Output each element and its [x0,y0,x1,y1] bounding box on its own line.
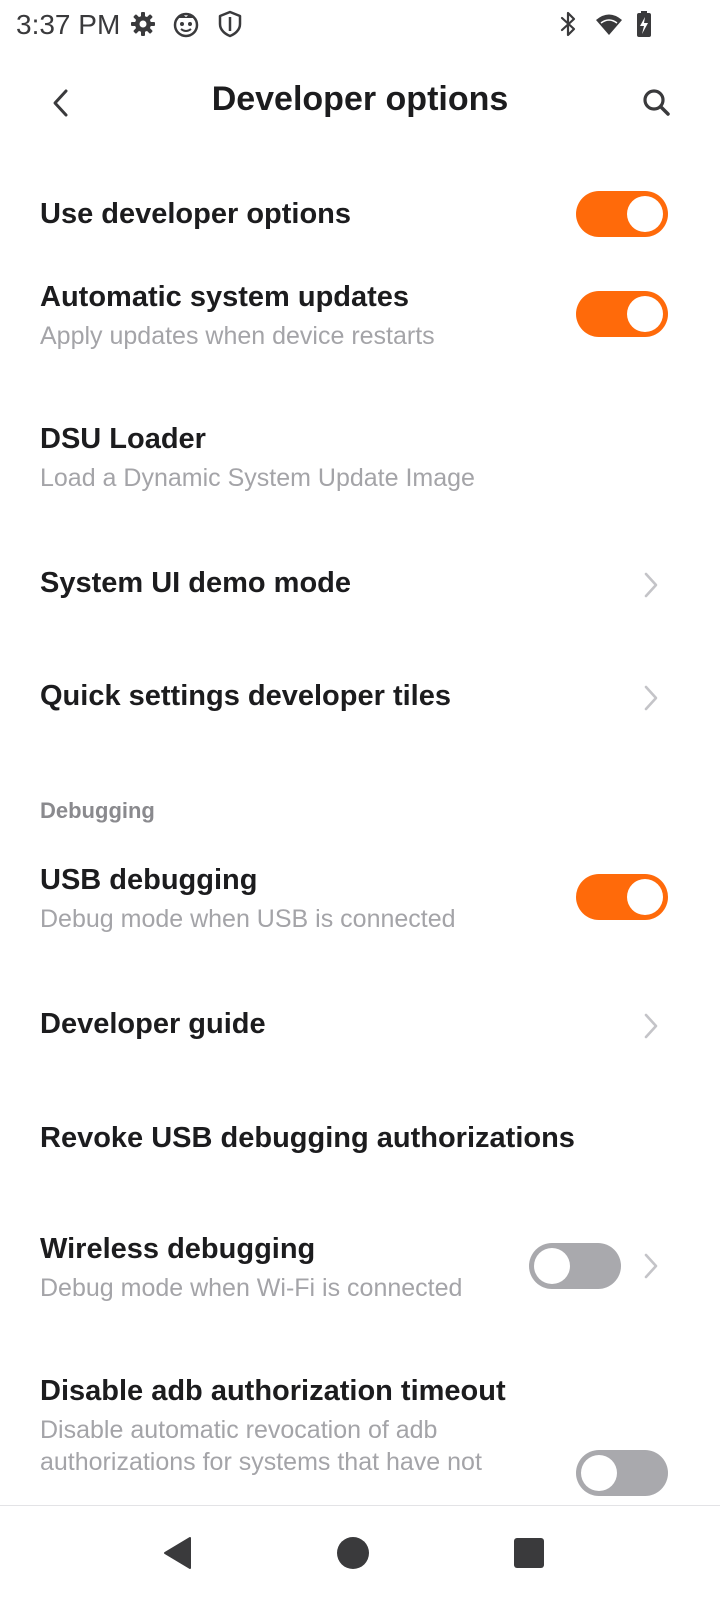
search-icon [643,89,670,116]
bluetooth-icon [560,11,576,37]
disable-adb-timeout-toggle[interactable] [576,1450,668,1496]
use-developer-options-row[interactable]: Use developer options [0,184,720,248]
face-icon [173,12,199,38]
square-recents-icon [514,1538,544,1568]
chevron-right-icon [644,685,658,711]
wireless-debugging-row[interactable]: Wireless debugging Debug mode when Wi-Fi… [0,1227,720,1317]
toggle-knob [627,296,663,332]
revoke-usb-debugging-row[interactable]: Revoke USB debugging authorizations [0,1110,720,1170]
row-subtitle: Load a Dynamic System Update Image [40,464,475,492]
nav-back-button[interactable] [153,1528,203,1578]
row-title: DSU Loader [40,423,206,455]
chevron-right-icon [644,1013,658,1039]
row-subtitle: Debug mode when Wi-Fi is connected [40,1274,463,1302]
settings-list[interactable]: Use developer options Automatic system u… [0,0,720,1505]
nav-recents-button[interactable] [504,1528,554,1578]
row-title: Use developer options [40,198,352,230]
row-title: USB debugging [40,864,258,896]
developer-guide-row[interactable]: Developer guide [0,996,720,1056]
wifi-icon [596,14,622,35]
toggle-knob [534,1248,570,1284]
row-title: Quick settings developer tiles [40,680,451,712]
toggle-knob [581,1455,617,1491]
app-header: Developer options [0,56,720,152]
row-title: Automatic system updates [40,281,410,313]
battery-charging-icon [637,11,651,37]
chevron-right-icon [644,572,658,598]
row-title: System UI demo mode [40,567,352,599]
toggle-knob [627,196,663,232]
section-header-debugging: Debugging [40,798,155,823]
row-title: Revoke USB debugging authorizations [40,1122,575,1154]
chevron-right-icon [644,1253,658,1279]
nav-home-button[interactable] [328,1528,378,1578]
navigation-bar [0,1505,720,1600]
dsu-loader-row[interactable]: DSU Loader Load a Dynamic System Update … [0,417,720,507]
search-button[interactable] [632,78,682,128]
usb-debugging-row[interactable]: USB debugging Debug mode when USB is con… [0,858,720,948]
row-subtitle: Debug mode when USB is connected [40,905,456,933]
toggle-knob [627,879,663,915]
row-subtitle: Disable automatic revocation of adb auth… [40,1416,482,1476]
use-developer-options-toggle[interactable] [576,191,668,237]
page-title: Developer options [211,80,509,118]
row-title: Wireless debugging [40,1233,316,1265]
usb-debugging-toggle[interactable] [576,874,668,920]
automatic-system-updates-row[interactable]: Automatic system updates Apply updates w… [0,275,720,365]
gear-icon [131,12,155,36]
row-title: Disable adb authorization timeout [40,1375,506,1407]
quick-settings-developer-tiles-row[interactable]: Quick settings developer tiles [0,668,720,728]
circle-home-icon [337,1537,369,1569]
row-title: Developer guide [40,1008,266,1040]
triangle-back-icon [164,1537,191,1569]
system-ui-demo-mode-row[interactable]: System UI demo mode [0,555,720,615]
status-time: 3:37 PM [16,9,121,40]
disable-adb-timeout-row[interactable]: Disable adb authorization timeout Disabl… [0,1369,720,1505]
shield-icon [218,10,242,38]
status-bar: 3:37 PM [0,0,720,50]
row-subtitle: Apply updates when device restarts [40,322,435,350]
automatic-system-updates-toggle[interactable] [576,291,668,337]
wireless-debugging-toggle[interactable] [529,1243,621,1289]
